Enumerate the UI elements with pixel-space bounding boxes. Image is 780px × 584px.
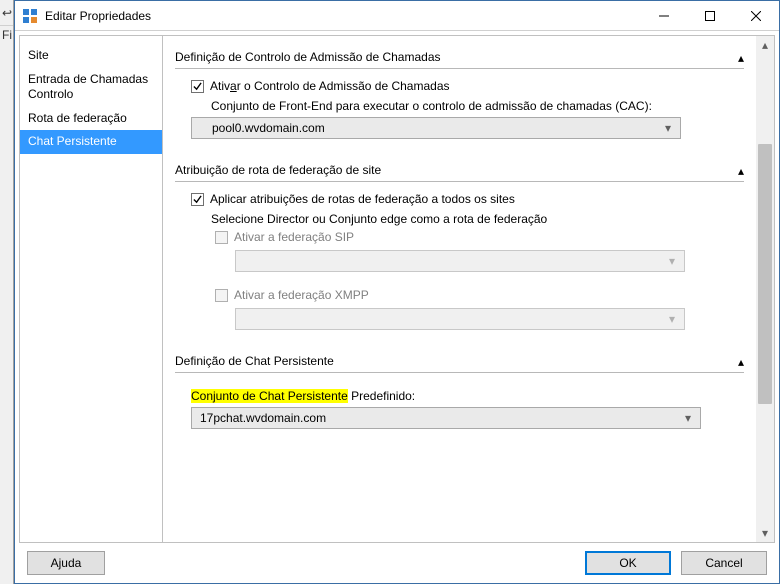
cac-pool-select[interactable]: pool0.wvdomain.com ▾ [191, 117, 681, 139]
parent-toolbar: ↩ [0, 0, 13, 26]
scroll-track[interactable] [756, 54, 774, 524]
main-scroll-content: Definição de Controlo de Admissão de Cha… [163, 36, 756, 542]
button-bar: Ajuda OK Cancel [15, 543, 779, 583]
cac-pool-value: pool0.wvdomain.com [212, 121, 660, 135]
collapse-icon: ▴ [728, 164, 744, 178]
cac-pool-label: Conjunto de Front-End para executar o co… [191, 99, 744, 113]
section-title-fed: Atribuição de rota de federação de site [175, 163, 728, 179]
parent-window: ↩ Fi [0, 0, 14, 584]
scroll-down-icon[interactable]: ▾ [756, 524, 774, 542]
vertical-scrollbar[interactable]: ▴ ▾ [756, 36, 774, 542]
help-button[interactable]: Ajuda [27, 551, 105, 575]
checkbox-apply-fed-label: Aplicar atribuições de rotas de federaçã… [210, 192, 515, 206]
scroll-up-icon[interactable]: ▴ [756, 36, 774, 54]
sidebar-item-entrada[interactable]: Entrada de Chamadas Controlo [20, 68, 162, 107]
minimize-button[interactable] [641, 1, 687, 31]
sidebar-nav: Site Entrada de Chamadas Controlo Rota d… [20, 36, 163, 542]
checkbox-xmpp: Ativar a federação XMPP [215, 288, 744, 302]
sidebar-item-rota[interactable]: Rota de federação [20, 107, 162, 131]
close-button[interactable] [733, 1, 779, 31]
collapse-icon: ▴ [728, 355, 744, 369]
sip-select: ▾ [235, 250, 685, 272]
checkbox-xmpp-label: Ativar a federação XMPP [234, 288, 369, 302]
pc-pool-label: Conjunto de Chat Persistente Predefinido… [191, 389, 744, 403]
checkbox-apply-fed[interactable]: Aplicar atribuições de rotas de federaçã… [191, 192, 744, 206]
main-panel: Definição de Controlo de Admissão de Cha… [163, 36, 774, 542]
undo-icon: ↩ [2, 6, 12, 20]
ok-button[interactable]: OK [585, 551, 671, 575]
content-area: Site Entrada de Chamadas Controlo Rota d… [19, 35, 775, 543]
maximize-button[interactable] [687, 1, 733, 31]
collapse-icon: ▴ [728, 51, 744, 65]
sidebar-item-site[interactable]: Site [20, 44, 162, 68]
parent-label: Fi [0, 26, 13, 44]
chevron-down-icon: ▾ [660, 121, 676, 135]
fed-select-label: Selecione Director ou Conjunto edge como… [191, 212, 744, 226]
scroll-thumb[interactable] [758, 144, 772, 404]
checkbox-enable-cac[interactable]: Ativar o Controlo de Admissão de Chamada… [191, 79, 744, 93]
checkbox-sip: Ativar a federação SIP [215, 230, 744, 244]
checkbox-enable-cac-label: Ativar o Controlo de Admissão de Chamada… [210, 79, 450, 93]
section-head-fed[interactable]: Atribuição de rota de federação de site … [175, 163, 744, 179]
xmpp-select: ▾ [235, 308, 685, 330]
window-title: Editar Propriedades [45, 9, 641, 23]
section-head-cac[interactable]: Definição de Controlo de Admissão de Cha… [175, 50, 744, 66]
cancel-button[interactable]: Cancel [681, 551, 767, 575]
section-title-cac: Definição de Controlo de Admissão de Cha… [175, 50, 728, 66]
titlebar: Editar Propriedades [15, 1, 779, 31]
pc-pool-value: 17pchat.wvdomain.com [200, 411, 680, 425]
chevron-down-icon: ▾ [680, 411, 696, 425]
section-head-pc[interactable]: Definição de Chat Persistente ▴ [175, 354, 744, 370]
checkbox-sip-label: Ativar a federação SIP [234, 230, 354, 244]
app-icon [21, 7, 39, 25]
chevron-down-icon: ▾ [664, 312, 680, 326]
sidebar-item-chat[interactable]: Chat Persistente [20, 130, 162, 154]
section-title-pc: Definição de Chat Persistente [175, 354, 728, 370]
chevron-down-icon: ▾ [664, 254, 680, 268]
pc-pool-select[interactable]: 17pchat.wvdomain.com ▾ [191, 407, 701, 429]
dialog-window: Editar Propriedades Site Entrada de Cham… [14, 0, 780, 584]
